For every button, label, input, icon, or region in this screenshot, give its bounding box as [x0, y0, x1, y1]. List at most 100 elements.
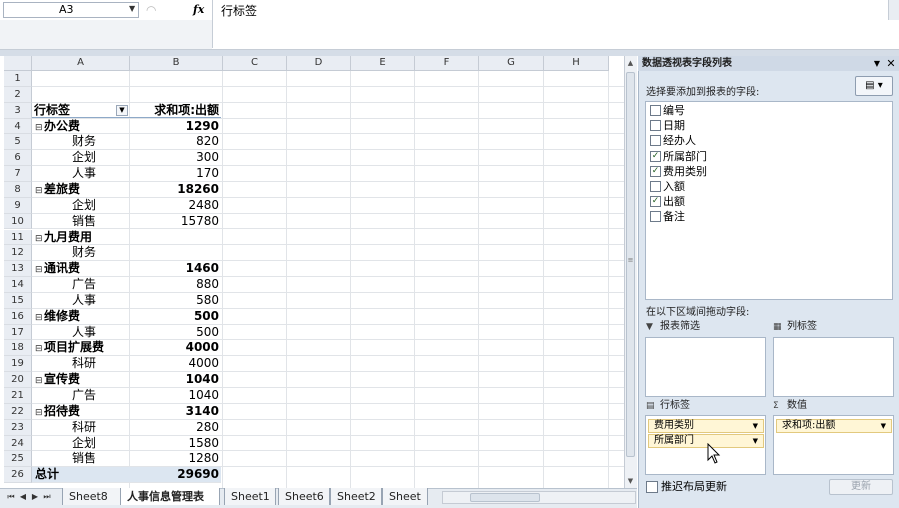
column-header-d[interactable]: D [287, 56, 351, 71]
row-header[interactable]: 24 [4, 435, 32, 452]
sheet-tab[interactable]: Sheet2 [330, 488, 382, 505]
collapse-icon[interactable]: ⊟ [35, 342, 44, 355]
pivot-row-label-cell[interactable]: 广告 [32, 388, 130, 403]
pivot-row-label-cell[interactable]: 财务 [32, 134, 130, 149]
pivot-header-value[interactable]: 求和项:出额 [130, 103, 221, 118]
chevron-down-icon[interactable]: ▼ [753, 420, 758, 432]
select-all-corner[interactable] [4, 56, 32, 71]
field-checkbox[interactable]: ✓ [650, 196, 661, 208]
field-checkbox[interactable] [650, 120, 661, 132]
column-header-f[interactable]: F [415, 56, 479, 71]
pivot-row-value-cell[interactable]: 500 [130, 309, 221, 324]
row-header[interactable]: 16 [4, 308, 32, 325]
row-header[interactable]: 21 [4, 388, 32, 404]
pivot-row-value-cell[interactable] [130, 245, 221, 260]
pivot-row-value-cell[interactable] [130, 230, 221, 245]
pivot-row-value-cell[interactable]: 1040 [130, 388, 221, 403]
pivot-row-label-cell[interactable]: ⊟招待费 [32, 404, 130, 419]
last-sheet-icon[interactable]: ⏭ [42, 491, 52, 503]
scroll-down-icon[interactable]: ▼ [624, 474, 637, 488]
defer-update-checkbox[interactable] [646, 481, 658, 493]
column-header-b[interactable]: B [130, 56, 223, 71]
pivot-row-label-cell[interactable]: ⊟九月费用 [32, 230, 130, 245]
pivot-row-value-cell[interactable]: 580 [130, 293, 221, 308]
row-header[interactable]: 12 [4, 245, 32, 262]
cell-a3[interactable]: 行标签 ▼ [32, 103, 130, 118]
field-checkbox[interactable] [650, 105, 661, 116]
pivot-row-label-cell[interactable]: ⊟维修费 [32, 309, 130, 324]
pivot-row-value-cell[interactable]: 170 [130, 166, 221, 181]
sheet-tab[interactable]: 人事信息管理表 [120, 488, 220, 505]
pivot-row-label-cell[interactable]: ⊟宣传费 [32, 372, 130, 387]
pivot-row-label-cell[interactable]: 销售 [32, 214, 130, 229]
column-labels-area[interactable] [773, 337, 894, 397]
pivot-row-label-cell[interactable]: ⊟通讯费 [32, 261, 130, 276]
row-header[interactable]: 22 [4, 403, 32, 420]
name-box[interactable]: A3 [3, 2, 139, 18]
field-checkbox[interactable]: ✓ [650, 165, 661, 177]
pivot-row-label-cell[interactable]: 人事 [32, 166, 130, 181]
pivot-row-value-cell[interactable]: 1580 [130, 436, 221, 451]
collapse-icon[interactable]: ⊟ [35, 121, 44, 134]
sheet-tab[interactable]: Sheet6 [278, 488, 330, 505]
prev-sheet-icon[interactable]: ◀ [18, 491, 28, 503]
row-field-chip[interactable]: 所属部门 ▼ [648, 434, 764, 448]
pivot-row-value-cell[interactable]: 880 [130, 277, 221, 292]
pivot-row-label-cell[interactable]: 人事 [32, 325, 130, 340]
row-header[interactable]: 15 [4, 292, 32, 309]
pivot-row-label-cell[interactable]: 企划 [32, 198, 130, 213]
pivot-row-label-cell[interactable]: 人事 [32, 293, 130, 308]
row-label-filter-icon[interactable]: ▼ [116, 104, 128, 116]
grand-total-label[interactable]: 总计 [32, 467, 130, 482]
pivot-row-label-cell[interactable]: 销售 [32, 451, 130, 466]
row-header[interactable]: 9 [4, 197, 32, 214]
pivot-row-label-cell[interactable]: 广告 [32, 277, 130, 292]
next-sheet-icon[interactable]: ▶ [30, 491, 40, 503]
column-header-h[interactable]: H [544, 56, 609, 71]
scroll-up-icon[interactable]: ▲ [624, 56, 637, 70]
pivot-row-value-cell[interactable]: 2480 [130, 198, 221, 213]
pivot-row-value-cell[interactable]: 280 [130, 420, 221, 435]
first-sheet-icon[interactable]: ⏮ [6, 491, 16, 503]
collapse-icon[interactable]: ⊟ [35, 374, 44, 387]
collapse-icon[interactable]: ⊟ [35, 263, 44, 276]
pivot-row-label-cell[interactable]: 企划 [32, 436, 130, 451]
pivot-row-label-cell[interactable]: ⊟差旅费 [32, 182, 130, 197]
row-header[interactable]: 25 [4, 451, 32, 468]
collapse-icon[interactable]: ⊟ [35, 406, 44, 419]
pivot-row-value-cell[interactable]: 1290 [130, 119, 221, 134]
close-icon[interactable]: ✕ [885, 56, 897, 71]
column-header-c[interactable]: C [223, 56, 287, 71]
empty-cell[interactable] [130, 87, 221, 102]
chevron-down-icon[interactable]: ▼ [881, 420, 886, 432]
pivot-row-label-cell[interactable]: 企划 [32, 150, 130, 165]
column-header-e[interactable]: E [351, 56, 415, 71]
update-button[interactable]: 更新 [829, 479, 893, 495]
row-header[interactable]: 20 [4, 372, 32, 388]
insert-function-button[interactable]: fx [193, 2, 209, 18]
row-header[interactable]: 23 [4, 419, 32, 436]
pivot-row-value-cell[interactable]: 4000 [130, 356, 221, 371]
field-checkbox[interactable] [650, 181, 661, 192]
row-header[interactable]: 11 [4, 229, 32, 246]
pivot-row-label-cell[interactable]: ⊟办公费 [32, 119, 130, 134]
field-layout-button[interactable]: ▤ ▾ [855, 76, 893, 96]
field-checkbox[interactable] [650, 211, 661, 223]
pivot-row-value-cell[interactable]: 4000 [130, 340, 221, 355]
pivot-row-value-cell[interactable]: 15780 [130, 214, 221, 229]
row-header[interactable]: 5 [4, 134, 32, 151]
row-header[interactable]: 18 [4, 340, 32, 357]
value-field-chip[interactable]: 求和项:出额 ▼ [776, 419, 892, 433]
field-checkbox[interactable] [650, 135, 661, 147]
row-header[interactable]: 7 [4, 166, 32, 182]
pivot-row-label-cell[interactable]: 科研 [32, 420, 130, 435]
row-header[interactable]: 13 [4, 261, 32, 278]
pivot-row-value-cell[interactable]: 500 [130, 325, 221, 340]
name-box-dropdown-icon[interactable]: ▼ [129, 4, 135, 13]
field-checkbox[interactable]: ✓ [650, 150, 661, 162]
empty-cell[interactable] [130, 71, 221, 86]
pivot-row-label-cell[interactable]: 科研 [32, 356, 130, 371]
row-header[interactable]: 10 [4, 213, 32, 230]
sheet-tab[interactable]: Sheet1 [224, 488, 276, 505]
pivot-row-value-cell[interactable]: 300 [130, 150, 221, 165]
